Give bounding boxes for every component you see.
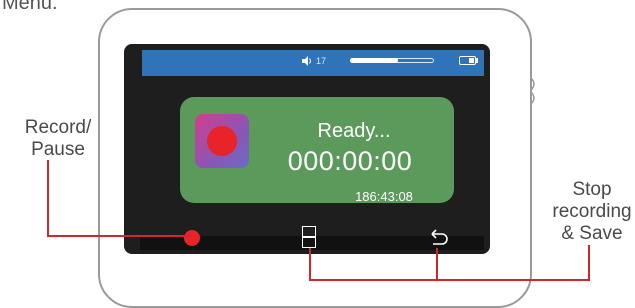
stop-save-callout-line <box>309 245 590 281</box>
callout-lines <box>47 160 590 281</box>
record-callout-line <box>47 160 192 237</box>
